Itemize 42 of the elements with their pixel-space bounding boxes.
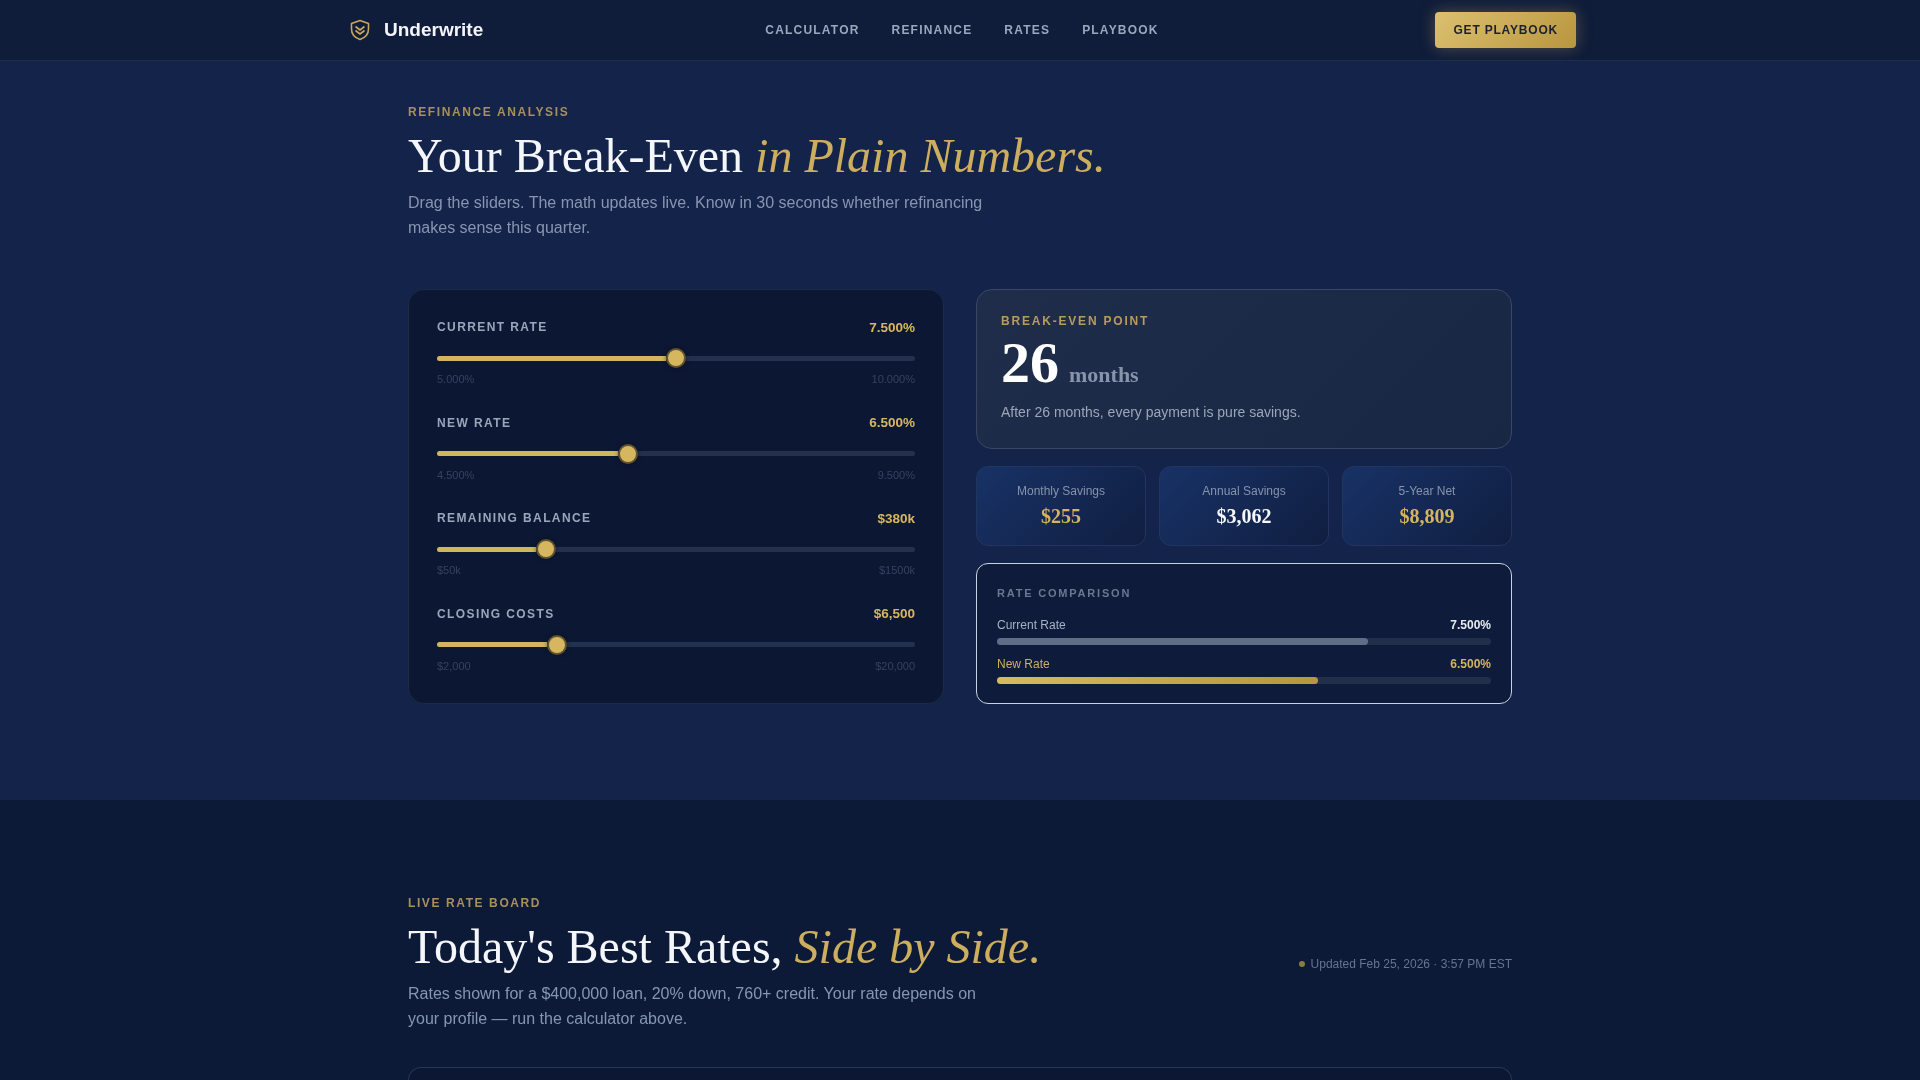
section-title: Today's Best Rates, Side by Side.	[408, 919, 1042, 974]
nav-link[interactable]: REFINANCE	[891, 23, 973, 37]
stat-label: 5-Year Net	[1398, 484, 1456, 498]
stat-value: $255	[1041, 505, 1081, 528]
slider-label: REMAINING BALANCE	[437, 511, 592, 525]
slider-value: $6,500	[873, 606, 915, 621]
updated-timestamp: Updated Feb 25, 2026 · 3:57 PM EST	[1310, 956, 1512, 971]
break-even-note: After 26 months, every payment is pure savings.	[1001, 404, 1302, 420]
slider-thumb[interactable]	[666, 348, 686, 368]
brand-name: Underwrite	[384, 19, 484, 41]
card-label: BREAK-EVEN POINT	[1001, 314, 1151, 328]
rate-label: New Rate	[997, 657, 1050, 671]
nav-link[interactable]: RATES	[1004, 23, 1051, 37]
section-subtitle: Rates shown for a $400,000 loan, 20% down, 760+ credit. Your rate depends on your profile — run the calculator above.	[408, 984, 977, 1029]
slider-thumb[interactable]	[546, 634, 567, 655]
slider-label: CLOSING COSTS	[437, 606, 555, 621]
eyebrow-label: LIVE RATE BOARD	[408, 896, 543, 910]
slider-label: CURRENT RATE	[437, 320, 548, 334]
stat-value: $3,062	[1216, 505, 1272, 528]
rate-label: Current Rate	[997, 618, 1066, 632]
slider-thumb[interactable]	[618, 443, 639, 464]
nav-link[interactable]: CALCULATOR	[765, 23, 860, 37]
shield-icon	[349, 19, 371, 41]
slider-label: NEW RATE	[437, 415, 512, 430]
slider-value: 6.500%	[869, 415, 915, 430]
card-label: RATE COMPARISON	[997, 587, 1133, 600]
slider-value: $380k	[877, 510, 915, 526]
slider-value: 7.500%	[869, 319, 915, 335]
slider-thumb[interactable]	[535, 539, 556, 559]
break-even-number: 26	[1001, 334, 1059, 392]
stat-value: $8,809	[1399, 505, 1455, 528]
section-title: Your Break-Even in Plain Numbers.	[408, 128, 1107, 183]
status-dot-icon	[1298, 960, 1305, 967]
rate-value: 7.500%	[1450, 618, 1491, 632]
eyebrow-label: REFINANCE ANALYSIS	[408, 105, 571, 119]
get-playbook-button[interactable]: GET PLAYBOOK	[1435, 12, 1576, 48]
stat-label: Annual Savings	[1202, 484, 1286, 498]
stat-label: Monthly Savings	[1016, 484, 1105, 498]
rate-value: 6.500%	[1450, 657, 1491, 671]
section-subtitle: Drag the sliders. The math updates live. Know in 30 seconds whether refinancing makes sense this quarter.	[408, 193, 984, 238]
break-even-unit: months	[1069, 362, 1139, 388]
nav-link[interactable]: PLAYBOOK	[1082, 23, 1159, 37]
